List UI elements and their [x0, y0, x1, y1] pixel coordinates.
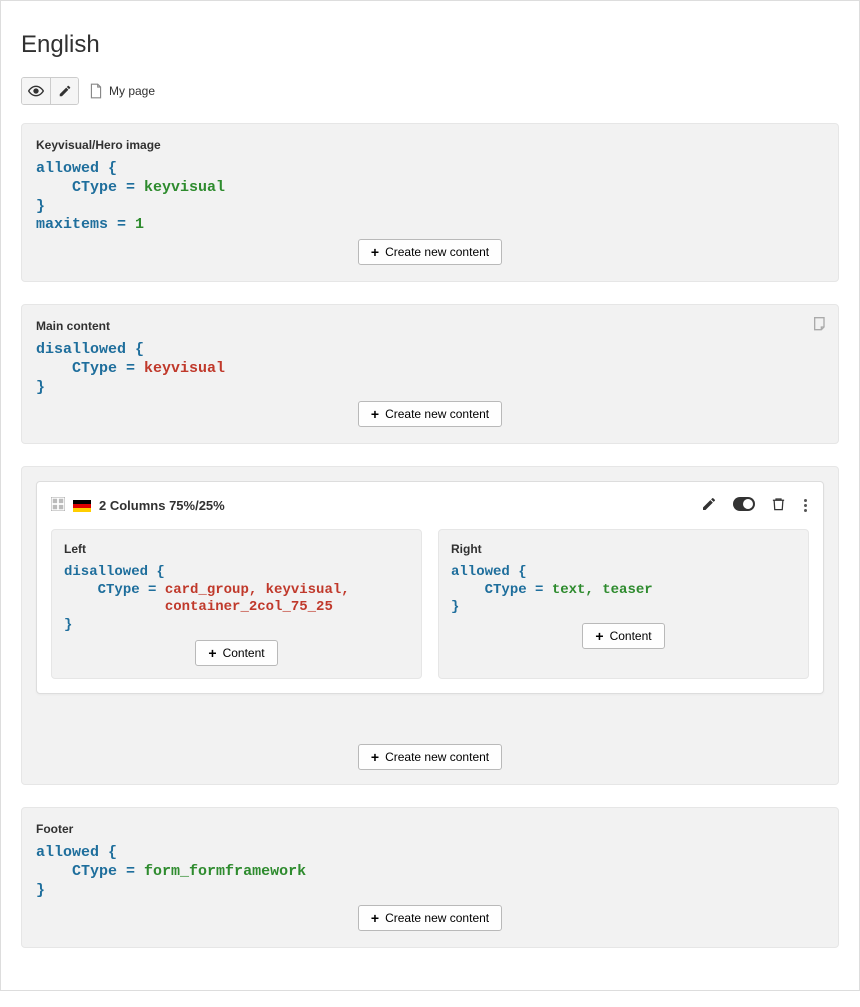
create-content-label: Create new content: [385, 245, 489, 259]
subzone-left-code: disallowed { CType = card_group, keyvisu…: [64, 564, 409, 634]
subzone-left: Left disallowed { CType = card_group, ke…: [51, 529, 422, 679]
zone-hero: Keyvisual/Hero image allowed { CType = k…: [21, 123, 839, 282]
plus-icon: +: [371, 911, 379, 925]
delete-ce-button[interactable]: [771, 496, 786, 515]
create-content-label: Create new content: [385, 750, 489, 764]
more-actions-button[interactable]: [802, 497, 809, 514]
create-content-button[interactable]: + Create new content: [358, 401, 502, 427]
toggle-visibility-button[interactable]: [733, 497, 755, 514]
view-edit-group: [21, 77, 79, 105]
zone-footer: Footer allowed { CType = form_formframew…: [21, 807, 839, 947]
page-title: English: [21, 31, 839, 59]
add-content-right-button[interactable]: + Content: [582, 623, 664, 649]
plus-icon: +: [595, 629, 603, 643]
container-type-icon: [51, 497, 65, 514]
plus-icon: +: [371, 750, 379, 764]
pencil-icon: [58, 84, 72, 98]
create-content-label: Create new content: [385, 911, 489, 925]
content-element-2col: 2 Columns 75%/25%: [36, 481, 824, 694]
page-name-label: My page: [109, 84, 155, 98]
zone-main-note-icon[interactable]: [812, 315, 828, 334]
edit-ce-button[interactable]: [701, 496, 717, 515]
create-content-button[interactable]: + Create new content: [358, 744, 502, 770]
view-button[interactable]: [22, 78, 50, 104]
create-content-button[interactable]: + Create new content: [358, 905, 502, 931]
create-content-label: Create new content: [385, 407, 489, 421]
zone-footer-title: Footer: [36, 822, 824, 836]
page-module: English My page Keyvisual/Hero image all…: [0, 0, 860, 991]
plus-icon: +: [371, 407, 379, 421]
add-content-left-button[interactable]: + Content: [195, 640, 277, 666]
zone-main-code: disallowed { CType = keyvisual }: [36, 341, 824, 397]
zone-main-body: 2 Columns 75%/25%: [21, 466, 839, 785]
subzone-right: Right allowed { CType = text, teaser } +…: [438, 529, 809, 679]
page-file-icon: [89, 83, 103, 99]
two-column-container: Left disallowed { CType = card_group, ke…: [51, 529, 809, 679]
subzone-right-code: allowed { CType = text, teaser }: [451, 564, 796, 617]
content-label: Content: [610, 629, 652, 643]
zone-hero-title: Keyvisual/Hero image: [36, 138, 824, 152]
zone-footer-code: allowed { CType = form_formframework }: [36, 844, 824, 900]
zone-main: Main content disallowed { CType = keyvis…: [21, 304, 839, 444]
ce-title: 2 Columns 75%/25%: [99, 498, 225, 513]
eye-icon: [28, 83, 44, 99]
plus-icon: +: [208, 646, 216, 660]
plus-icon: +: [371, 245, 379, 259]
german-flag-icon: [73, 500, 91, 512]
edit-page-button[interactable]: [50, 78, 78, 104]
subzone-right-title: Right: [451, 542, 796, 556]
content-label: Content: [223, 646, 265, 660]
subzone-left-title: Left: [64, 542, 409, 556]
create-content-button[interactable]: + Create new content: [358, 239, 502, 265]
zone-hero-code: allowed { CType = keyvisual } maxitems =…: [36, 160, 824, 235]
zone-main-title: Main content: [36, 319, 824, 333]
ce-header: 2 Columns 75%/25%: [51, 496, 809, 515]
page-toolbar: My page: [21, 77, 839, 105]
